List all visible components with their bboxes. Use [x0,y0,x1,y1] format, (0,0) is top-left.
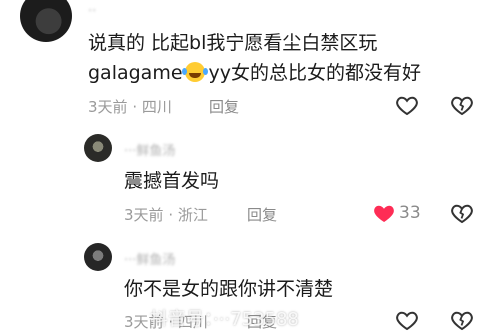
avatar[interactable] [20,0,72,42]
dislike-broken-heart-icon[interactable] [450,93,474,117]
username[interactable]: ·· [88,4,96,19]
like-heart-icon[interactable] [395,308,419,332]
like-heart-icon[interactable] [372,201,396,225]
like-count: 33 [399,203,421,223]
comment-location: 浙江 [177,206,208,224]
comment-time: 3天前 [124,206,164,224]
crying-laughing-emoji-icon [181,62,205,82]
comment-text: 震撼首发吗 [124,170,220,192]
comment-meta: 3天前 · 浙江 [124,206,208,224]
comment-location: 四川 [177,313,208,331]
avatar[interactable] [84,243,112,271]
username[interactable]: ···鲜鱼汤 [124,249,175,268]
reply-button[interactable]: 回复 [209,96,239,117]
comment-meta: 3天前 · 四川 [88,98,172,116]
comment-location: 四川 [141,98,172,116]
comment-text-line1: 说真的 比起bl我宁愿看尘白禁区玩 [88,32,378,54]
comment-text: 你不是女的跟你讲不清楚 [124,278,334,300]
reply-button[interactable]: 回复 [247,311,277,332]
reply-button[interactable]: 回复 [247,204,277,225]
comment-text-part: yy女的总比女的都没有好 [208,62,422,84]
comment-text-line2: galagame yy女的总比女的都没有好 [88,60,421,86]
comment-meta: 3天前 · 四川 [124,313,208,331]
comment-time: 3天前 [88,98,128,116]
comment-text: 说真的 比起bl我宁愿看尘白禁区玩 [88,30,377,56]
dislike-broken-heart-icon[interactable] [450,201,474,225]
username[interactable]: ···鲜鱼汤 [124,140,175,159]
comment-text-part: galagame [88,62,183,84]
dislike-broken-heart-icon[interactable] [450,308,474,332]
comment-time: 3天前 [124,313,164,331]
like-heart-icon[interactable] [395,93,419,117]
avatar[interactable] [84,134,112,162]
